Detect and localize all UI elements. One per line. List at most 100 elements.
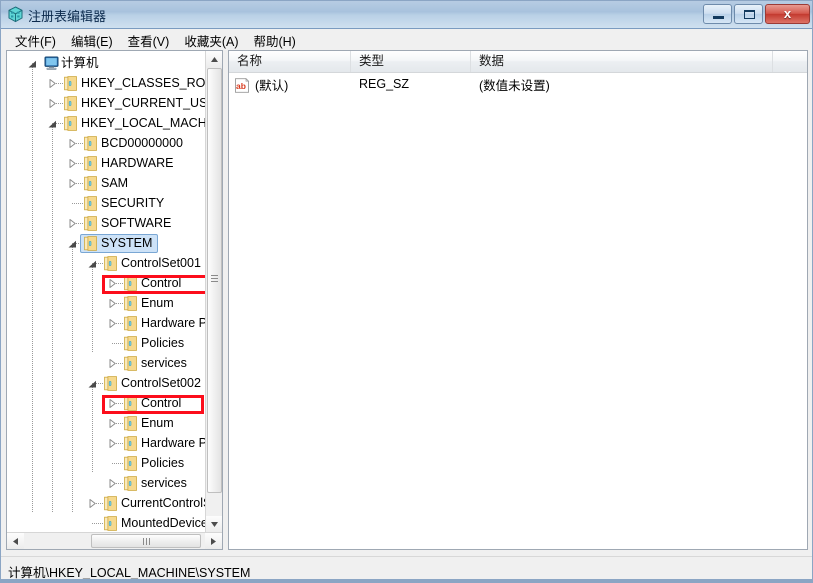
folder-icon [124, 416, 137, 431]
window-controls: x [703, 4, 810, 24]
close-button[interactable]: x [765, 4, 810, 24]
expand-triangle-icon[interactable] [67, 158, 78, 169]
folder-icon [124, 476, 137, 491]
collapse-triangle-icon[interactable] [27, 59, 38, 70]
tree-item-services[interactable]: services [7, 353, 205, 373]
tree-item-controlset001[interactable]: ControlSet001 [7, 253, 205, 273]
minimize-button[interactable] [703, 4, 732, 24]
folder-icon [64, 76, 77, 91]
column-header-filler [773, 51, 807, 72]
expand-triangle-icon[interactable] [107, 478, 118, 489]
expand-triangle-icon[interactable] [47, 78, 58, 89]
tree-item-control[interactable]: Control [7, 273, 205, 293]
expand-triangle-icon[interactable] [67, 178, 78, 189]
column-header-name[interactable]: 名称 [229, 51, 351, 72]
tree-connector-stub [112, 343, 124, 344]
collapse-triangle-icon[interactable] [67, 239, 78, 250]
expand-triangle-icon[interactable] [107, 398, 118, 409]
tree-item-security[interactable]: SECURITY [7, 193, 205, 213]
tree-item-system[interactable]: SYSTEM [7, 233, 205, 253]
scroll-up-button[interactable] [206, 51, 222, 68]
maximize-icon [744, 10, 755, 19]
tree-item-hkey-classes-root[interactable]: HKEY_CLASSES_ROOT [7, 73, 205, 93]
tree-item-hkey-local-machine[interactable]: HKEY_LOCAL_MACHINE [7, 113, 205, 133]
value-name-cell: ab (默认) [229, 75, 351, 94]
scroll-right-button[interactable] [205, 533, 222, 549]
scroll-left-button[interactable] [7, 533, 24, 549]
menu-file[interactable]: 文件(F) [8, 29, 64, 52]
tree-item-label: Policies [141, 336, 185, 350]
tree-item-mounteddevices[interactable]: MountedDevices [7, 513, 205, 533]
tree-item-label: Control [141, 276, 182, 290]
expand-triangle-icon[interactable] [107, 318, 118, 329]
folder-icon [104, 496, 117, 511]
tree-item-label: 计算机 [61, 56, 99, 70]
tree-item-bcd00000000[interactable]: BCD00000000 [7, 133, 205, 153]
tree-item-software[interactable]: SOFTWARE [7, 213, 205, 233]
tree-item-policies[interactable]: Policies [7, 453, 205, 473]
table-row[interactable]: ab (默认) REG_SZ (数值未设置) [229, 73, 807, 95]
tree-hscroll-thumb[interactable] [91, 534, 201, 548]
tree-item-label: SOFTWARE [101, 216, 172, 230]
expand-triangle-icon[interactable] [67, 218, 78, 229]
tree-item-hkey-current-user[interactable]: HKEY_CURRENT_USER [7, 93, 205, 113]
expand-triangle-icon[interactable] [107, 298, 118, 309]
expand-triangle-icon[interactable] [107, 358, 118, 369]
menu-bar: 文件(F) 编辑(E) 查看(V) 收藏夹(A) 帮助(H) [1, 29, 812, 52]
tree-item-label: BCD00000000 [101, 136, 184, 150]
menu-view[interactable]: 查看(V) [121, 29, 178, 52]
tree-item-label: services [141, 356, 187, 370]
tree-item-label: MountedDevices [121, 516, 205, 530]
tree-item-label: Control [141, 396, 182, 410]
expand-triangle-icon[interactable] [107, 438, 118, 449]
folder-icon [84, 216, 97, 231]
tree-item-controlset002[interactable]: ControlSet002 [7, 373, 205, 393]
tree-item-label: HKEY_CLASSES_ROOT [81, 76, 205, 90]
menu-help[interactable]: 帮助(H) [246, 29, 303, 52]
expand-triangle-icon[interactable] [67, 138, 78, 149]
tree-item-control[interactable]: Control [7, 393, 205, 413]
tree-item-[interactable]: 计算机 [7, 53, 205, 73]
hscroll-grip-icon [143, 538, 150, 545]
expand-triangle-icon[interactable] [87, 498, 98, 509]
collapse-triangle-icon[interactable] [47, 119, 58, 130]
tree-item-policies[interactable]: Policies [7, 333, 205, 353]
computer-icon [44, 56, 59, 70]
tree-item-label: Policies [141, 456, 185, 470]
tree-item-label: SAM [101, 176, 129, 190]
title-bar[interactable]: 注册表编辑器 x [1, 1, 812, 29]
folder-icon [104, 256, 117, 271]
tree-connector-stub [92, 523, 104, 524]
maximize-button[interactable] [734, 4, 763, 24]
tree-item-hardware[interactable]: HARDWARE [7, 153, 205, 173]
tree-scroll-area: 计算机 HKEY_CLASSES_ROOT HKEY_CURRENT_USER HKE… [7, 51, 205, 533]
svg-text:ab: ab [236, 81, 246, 91]
tree-item-label: HARDWARE [101, 156, 174, 170]
tree-item-sam[interactable]: SAM [7, 173, 205, 193]
folder-icon [124, 456, 137, 471]
collapse-triangle-icon[interactable] [87, 379, 98, 390]
folder-icon [84, 136, 97, 151]
tree-item-enum[interactable]: Enum [7, 293, 205, 313]
tree-item-currentcontrols[interactable]: CurrentControlS [7, 493, 205, 513]
registry-editor-icon [7, 6, 24, 23]
column-header-type[interactable]: 类型 [351, 51, 471, 72]
expand-triangle-icon[interactable] [47, 98, 58, 109]
collapse-triangle-icon[interactable] [87, 259, 98, 270]
tree-item-services[interactable]: services [7, 473, 205, 493]
tree-vertical-scrollbar[interactable] [205, 51, 222, 533]
menu-favorites[interactable]: 收藏夹(A) [177, 29, 246, 52]
tree-item-enum[interactable]: Enum [7, 413, 205, 433]
scroll-down-button[interactable] [206, 516, 222, 533]
registry-editor-window: 注册表编辑器 x 文件(F) 编辑(E) 查看(V) 收藏夹(A) 帮助(H) … [0, 0, 813, 583]
expand-triangle-icon[interactable] [107, 278, 118, 289]
expand-triangle-icon[interactable] [107, 418, 118, 429]
menu-edit[interactable]: 编辑(E) [64, 29, 121, 52]
tree-scroll-thumb[interactable] [207, 68, 222, 493]
tree-item-hardware-pro[interactable]: Hardware Pro [7, 313, 205, 333]
column-header-data[interactable]: 数据 [471, 51, 773, 72]
tree-horizontal-scrollbar[interactable] [7, 532, 222, 549]
tree-item-label: Enum [141, 296, 174, 310]
window-title: 注册表编辑器 [28, 9, 107, 24]
tree-item-hardware-pro[interactable]: Hardware Pro [7, 433, 205, 453]
